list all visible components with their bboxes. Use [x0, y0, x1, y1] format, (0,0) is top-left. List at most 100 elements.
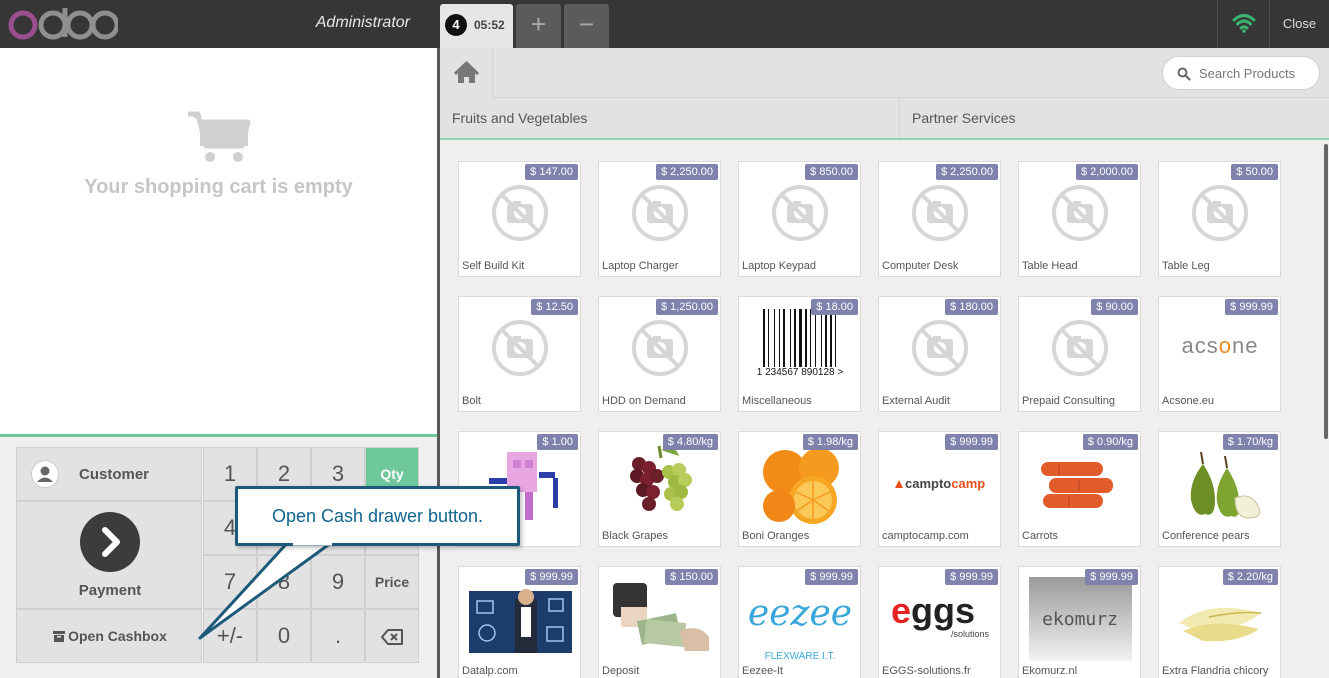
user-icon	[31, 460, 59, 488]
product-card[interactable]: $ 150.00 Deposit	[598, 566, 721, 678]
product-card[interactable]: $ 1.98/kg Boni Oranges	[738, 431, 861, 547]
mode-price-button[interactable]: Price	[365, 555, 419, 609]
product-card[interactable]: eggs/solutions $ 999.99 EGGS-solutions.fr	[878, 566, 1001, 678]
svg-text:acsone: acsone	[1182, 333, 1259, 358]
product-image	[1029, 442, 1132, 526]
archive-icon	[53, 631, 66, 642]
cashier-name[interactable]: Administrator	[260, 14, 410, 32]
product-card[interactable]: camptocamp $ 999.99 camptocamp.com	[878, 431, 1001, 547]
product-card[interactable]: $ 2,250.00 Laptop Charger	[598, 161, 721, 277]
product-name: EGGS-solutions.fr	[882, 665, 971, 677]
pos-screen: Administrator 4 05:52 + − Close Your sho…	[0, 0, 1329, 678]
home-icon	[453, 61, 480, 83]
product-card[interactable]: $ 4.80/kg Black Grapes	[598, 431, 721, 547]
product-image	[609, 442, 712, 526]
product-name: camptocamp.com	[882, 530, 969, 542]
product-price: $ 4.80/kg	[662, 434, 718, 450]
product-image	[469, 577, 572, 661]
product-card[interactable]: $ 2,000.00 Table Head	[1018, 161, 1141, 277]
product-card[interactable]: $ 12.50 Bolt	[458, 296, 581, 412]
key-9[interactable]: 9	[311, 555, 365, 609]
key-decimal[interactable]: .	[311, 609, 365, 663]
product-card[interactable]: $ 50.00 Table Leg	[1158, 161, 1281, 277]
product-image	[609, 172, 712, 256]
product-price: $ 150.00	[665, 569, 718, 585]
product-image	[889, 172, 992, 256]
product-card[interactable]: $ 2.20/kg Extra Flandria chicory	[1158, 566, 1281, 678]
product-card[interactable]: 1 234567 890128 > $ 18.00 Miscellaneous	[738, 296, 861, 412]
product-card[interactable]: $ 2,250.00 Computer Desk	[878, 161, 1001, 277]
shopping-cart-icon	[187, 111, 250, 162]
search-input[interactable]	[1199, 57, 1317, 89]
product-search[interactable]	[1162, 56, 1320, 90]
open-cashbox-label: Open Cashbox	[68, 628, 167, 644]
product-image	[1029, 307, 1132, 391]
product-price: $ 50.00	[1231, 164, 1278, 180]
order-tab[interactable]: 4 05:52	[440, 4, 513, 48]
odoo-logo	[8, 8, 118, 40]
product-image	[469, 307, 572, 391]
empty-cart: Your shopping cart is empty	[0, 108, 437, 199]
product-card[interactable]: $ 0.90/kg Carrots	[1018, 431, 1141, 547]
key-8[interactable]: 8	[257, 555, 311, 609]
product-name: Conference pears	[1162, 530, 1250, 542]
product-price: $ 1.70/kg	[1222, 434, 1278, 450]
product-name: Table Leg	[1162, 260, 1210, 272]
product-name: Ekomurz.nl	[1022, 665, 1078, 677]
product-price: $ 999.99	[805, 569, 858, 585]
top-bar: Administrator 4 05:52 + − Close	[0, 0, 1329, 48]
svg-text:FLEXWARE I.T.: FLEXWARE I.T.	[765, 651, 836, 661]
product-name: Datalp.com	[462, 665, 518, 677]
home-category-button[interactable]	[440, 48, 493, 98]
product-card[interactable]: $ 1,250.00 HDD on Demand	[598, 296, 721, 412]
key-0[interactable]: 0	[257, 609, 311, 663]
product-name: Acsone.eu	[1162, 395, 1214, 407]
product-price: $ 850.00	[805, 164, 858, 180]
product-price: $ 999.99	[945, 434, 998, 450]
product-price: $ 999.99	[945, 569, 998, 585]
wifi-icon	[1232, 14, 1256, 33]
product-image	[609, 307, 712, 391]
key-7[interactable]: 7	[203, 555, 257, 609]
product-image	[749, 442, 852, 526]
product-name: Bolt	[462, 395, 481, 407]
remove-order-button[interactable]: −	[564, 4, 609, 48]
customer-button[interactable]: Customer	[16, 447, 202, 501]
svg-text:1 234567 890128 >: 1 234567 890128 >	[757, 367, 844, 378]
product-name: Laptop Charger	[602, 260, 679, 272]
key-plus-minus[interactable]: +/-	[203, 609, 257, 663]
product-price: $ 180.00	[945, 299, 998, 315]
product-card[interactable]: $ 999.99 Datalp.com	[458, 566, 581, 678]
product-name: Eezee-It	[742, 665, 783, 677]
add-order-button[interactable]: +	[516, 4, 561, 48]
product-card[interactable]: $ 850.00 Laptop Keypad	[738, 161, 861, 277]
callout-box: Open Cash drawer button.	[235, 486, 520, 546]
svg-text:ekomurz: ekomurz	[1042, 609, 1118, 630]
product-card[interactable]: eezee FLEXWARE I.T. $ 999.99 Eezee-It	[738, 566, 861, 678]
product-screen: Fruits and Vegetables Partner Services $…	[440, 48, 1329, 678]
category-partner-services[interactable]: Partner Services	[900, 98, 1329, 138]
product-card[interactable]: acsone $ 999.99 Acsone.eu	[1158, 296, 1281, 412]
product-card[interactable]: ekomurz $ 999.99 Ekomurz.nl	[1018, 566, 1141, 678]
product-list-scrollbar[interactable]	[1324, 144, 1328, 439]
product-price: $ 2,000.00	[1076, 164, 1138, 180]
product-price: $ 147.00	[525, 164, 578, 180]
product-price: $ 999.99	[1225, 299, 1278, 315]
product-name: Deposit	[602, 665, 640, 677]
payment-button[interactable]: Payment	[16, 501, 202, 609]
product-card[interactable]: $ 1.70/kg Conference pears	[1158, 431, 1281, 547]
product-card[interactable]: $ 180.00 External Audit	[878, 296, 1001, 412]
connection-status[interactable]	[1217, 0, 1269, 48]
backspace-button[interactable]	[365, 609, 419, 663]
order-time: 05:52	[474, 18, 505, 32]
close-button[interactable]: Close	[1269, 0, 1329, 48]
product-name: Black Grapes	[602, 530, 669, 542]
product-card[interactable]: $ 147.00 Self Build Kit	[458, 161, 581, 277]
open-cashbox-button[interactable]: Open Cashbox	[16, 609, 202, 663]
product-image	[1169, 172, 1272, 256]
product-image: eggs/solutions	[889, 577, 992, 661]
product-card[interactable]: $ 90.00 Prepaid Consulting	[1018, 296, 1141, 412]
product-name: Boni Oranges	[742, 530, 810, 542]
product-image	[1169, 577, 1272, 661]
category-fruits-and-vegetables[interactable]: Fruits and Vegetables	[440, 98, 900, 138]
